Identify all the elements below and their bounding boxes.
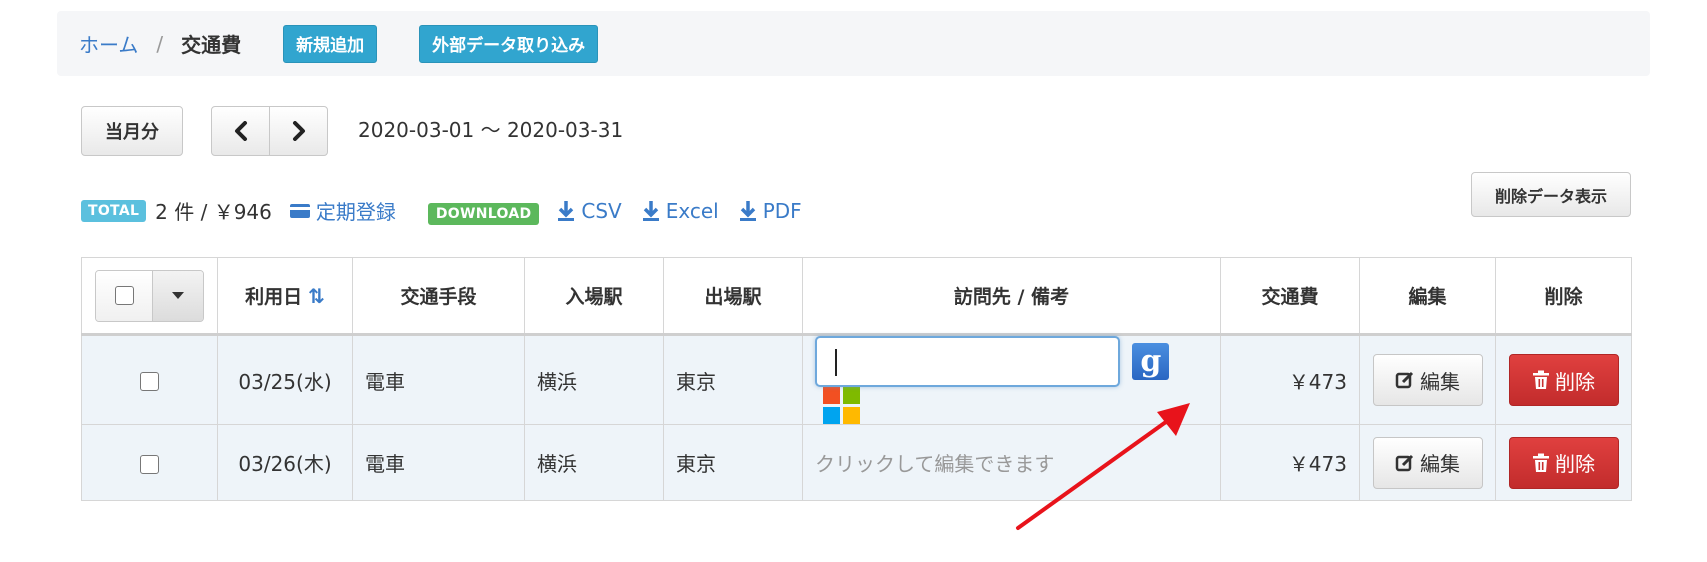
row-date: 03/25(水) bbox=[217, 334, 353, 425]
breadcrumb: ホーム / 交通費 新規追加 外部データ取り込み bbox=[57, 11, 1650, 76]
breadcrumb-separator: / bbox=[156, 31, 164, 56]
row-checkbox[interactable] bbox=[140, 372, 159, 391]
table-header-row: 利用日 ⇅ 交通手段 入場駅 出場駅 訪問先 / 備考 交通費 編集 削除 bbox=[81, 257, 1632, 336]
previous-month-button[interactable] bbox=[211, 106, 270, 156]
pdf-download-link[interactable]: PDF bbox=[739, 199, 802, 223]
row-cost: ￥473 bbox=[1220, 424, 1360, 501]
header-delete: 削除 bbox=[1495, 257, 1632, 336]
bulk-select-toggle[interactable] bbox=[153, 270, 203, 321]
table-row: 03/26(木) 電車 横浜 東京 クリックして編集できます ￥473 編集 削… bbox=[81, 424, 1632, 501]
ms-square-blue bbox=[823, 407, 840, 424]
ms-square-green bbox=[843, 387, 860, 404]
current-month-button[interactable]: 当月分 bbox=[81, 106, 183, 156]
caret-down-icon bbox=[172, 292, 184, 299]
breadcrumb-home-link[interactable]: ホーム bbox=[79, 29, 138, 58]
pdf-label: PDF bbox=[762, 198, 802, 223]
table-row: 03/25(水) 電車 横浜 東京 g ￥473 編集 削除 bbox=[81, 334, 1632, 425]
credit-card-icon bbox=[289, 203, 310, 218]
header-transport: 交通手段 bbox=[352, 257, 525, 336]
edit-icon bbox=[1395, 371, 1414, 389]
download-badge: DOWNLOAD bbox=[427, 202, 540, 225]
download-icon bbox=[739, 200, 756, 221]
bulk-select-dropdown[interactable] bbox=[95, 269, 204, 322]
annotation-arrow bbox=[1016, 403, 1190, 530]
header-select bbox=[81, 257, 218, 336]
total-badge: TOTAL bbox=[81, 199, 147, 222]
text-cursor bbox=[835, 349, 837, 376]
header-cost: 交通費 bbox=[1220, 257, 1360, 336]
excel-download-link[interactable]: Excel bbox=[642, 199, 719, 223]
microsoft-icon[interactable] bbox=[823, 387, 860, 424]
header-exit-station: 出場駅 bbox=[663, 257, 803, 336]
row-entry-station: 横浜 bbox=[524, 334, 664, 425]
delete-button[interactable]: 削除 bbox=[1508, 354, 1619, 406]
total-summary: 2 件 / ￥946 bbox=[155, 200, 272, 224]
trash-icon bbox=[1533, 370, 1549, 389]
edit-icon bbox=[1395, 454, 1414, 471]
csv-label: CSV bbox=[581, 198, 622, 223]
ms-square-red bbox=[823, 387, 840, 404]
ms-square-yellow bbox=[843, 407, 860, 424]
row-cost: ￥473 bbox=[1220, 334, 1360, 425]
row-exit-station: 東京 bbox=[663, 424, 803, 501]
edit-label: 編集 bbox=[1420, 369, 1460, 394]
header-edit: 編集 bbox=[1359, 257, 1496, 336]
header-memo: 訪問先 / 備考 bbox=[802, 257, 1221, 336]
header-date[interactable]: 利用日 ⇅ bbox=[217, 257, 353, 336]
periodic-register-link[interactable]: 定期登録 bbox=[289, 196, 396, 225]
row-date: 03/26(木) bbox=[217, 424, 353, 501]
trash-icon bbox=[1533, 453, 1549, 472]
download-icon bbox=[558, 200, 575, 221]
csv-download-link[interactable]: CSV bbox=[557, 198, 622, 223]
download-icon bbox=[642, 200, 659, 221]
edit-label: 編集 bbox=[1420, 452, 1460, 476]
row-checkbox[interactable] bbox=[140, 454, 159, 474]
google-search-icon[interactable]: g bbox=[1132, 343, 1170, 380]
sort-icon[interactable]: ⇅ bbox=[308, 284, 325, 308]
import-external-data-button[interactable]: 外部データ取り込み bbox=[419, 24, 599, 63]
edit-button[interactable]: 編集 bbox=[1372, 436, 1483, 489]
row-exit-station: 東京 bbox=[663, 334, 803, 425]
add-new-button[interactable]: 新規追加 bbox=[283, 24, 378, 63]
date-range-text: 2020-03-01 〜 2020-03-31 bbox=[358, 118, 624, 142]
header-entry-station: 入場駅 bbox=[524, 257, 664, 336]
chevron-right-icon bbox=[292, 121, 305, 141]
periodic-register-label: 定期登録 bbox=[315, 200, 396, 224]
delete-label: 削除 bbox=[1555, 369, 1595, 394]
breadcrumb-current: 交通費 bbox=[181, 33, 242, 57]
excel-label: Excel bbox=[665, 198, 719, 223]
edit-button[interactable]: 編集 bbox=[1372, 354, 1483, 406]
row-entry-station: 横浜 bbox=[524, 424, 664, 501]
expenses-table: 利用日 ⇅ 交通手段 入場駅 出場駅 訪問先 / 備考 交通費 編集 削除 03/… bbox=[81, 257, 1632, 501]
next-month-button[interactable] bbox=[269, 106, 328, 156]
memo-input[interactable] bbox=[815, 336, 1120, 387]
chevron-left-icon bbox=[234, 121, 247, 141]
delete-button[interactable]: 削除 bbox=[1508, 436, 1619, 489]
select-all-checkbox[interactable] bbox=[114, 286, 134, 305]
totals-bar: TOTAL 2 件 / ￥946 定期登録 DOWNLOAD CSV Excel… bbox=[81, 196, 802, 225]
row-transport: 電車 bbox=[352, 334, 525, 425]
row-transport: 電車 bbox=[352, 424, 525, 501]
show-deleted-button[interactable]: 削除データ表示 bbox=[1471, 172, 1631, 217]
delete-label: 削除 bbox=[1555, 452, 1595, 476]
